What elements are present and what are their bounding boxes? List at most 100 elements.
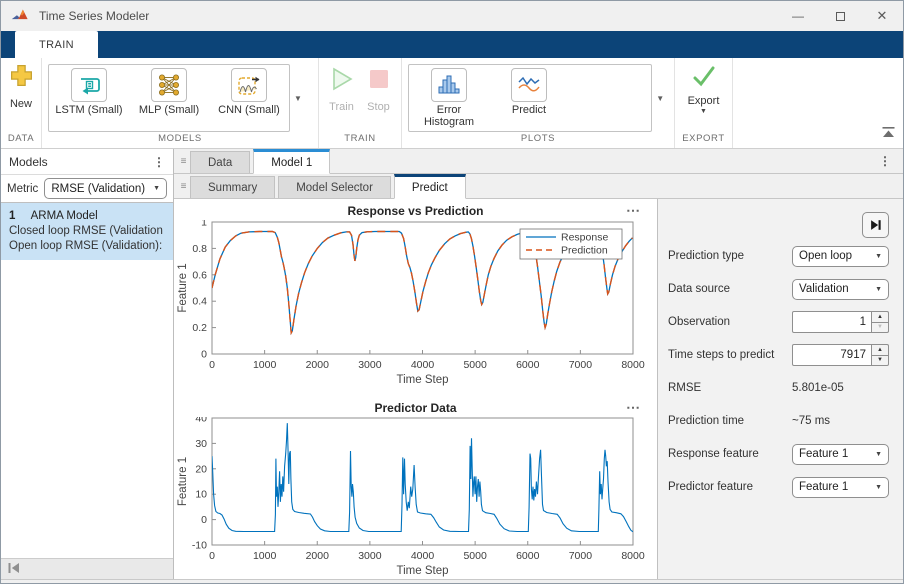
rmse-value: 5.801e-05 [792, 382, 889, 394]
model-cnn-small-button[interactable]: CNN (Small) [209, 65, 289, 131]
app-window: Time Series Modeler — ✕ TRAIN New DATA [0, 0, 904, 584]
plot-predict-button[interactable]: Predict [489, 65, 569, 131]
plot-error-histogram-button[interactable]: Error Histogram [409, 65, 489, 131]
predictor-feature-row: Predictor feature Feature 1 ▼ [668, 476, 889, 498]
svg-text:5000: 5000 [463, 550, 487, 562]
observation-input[interactable] [792, 311, 872, 333]
svg-text:1000: 1000 [253, 359, 277, 371]
model-rank: 1 [9, 210, 15, 222]
svg-text:20: 20 [195, 463, 207, 475]
window-title: Time Series Modeler [39, 9, 149, 23]
section-label-export: EXPORT [675, 133, 732, 148]
chart-options-icon[interactable]: ⋯ [626, 202, 641, 219]
svg-text:0: 0 [201, 349, 207, 361]
svg-text:Feature 1: Feature 1 [177, 263, 189, 312]
section-label-train: TRAIN [319, 133, 401, 148]
window-bottom-edge [1, 579, 903, 583]
data-source-dropdown[interactable]: Validation ▼ [792, 279, 889, 300]
prediction-type-dropdown[interactable]: Open loop ▼ [792, 246, 889, 267]
svg-text:10: 10 [195, 489, 207, 501]
section-label-models: MODELS [42, 133, 318, 148]
minimize-button[interactable]: — [777, 1, 819, 31]
tab-drag-grip-icon[interactable]: ≡ [177, 149, 190, 173]
models-panel-title: Models [9, 155, 48, 169]
subtab-predict[interactable]: Predict [394, 174, 466, 199]
svg-text:0.8: 0.8 [192, 243, 207, 255]
svg-text:30: 30 [195, 438, 207, 450]
tab-model-1[interactable]: Model 1 [253, 149, 330, 174]
svg-text:2000: 2000 [306, 550, 330, 562]
spinner-down-icon[interactable]: ▼ [872, 322, 889, 334]
svg-text:Time Step: Time Step [397, 374, 449, 386]
observation-label: Observation [668, 316, 792, 328]
svg-text:0.2: 0.2 [192, 322, 207, 334]
toolstrip: New DATA [1, 58, 903, 149]
chevron-down-icon: ▼ [871, 451, 882, 458]
chevron-down-icon: ▼ [149, 185, 160, 192]
svg-text:Time Step: Time Step [397, 565, 449, 577]
spinner-up-icon[interactable]: ▲ [872, 311, 889, 322]
models-panel-menu-icon[interactable]: ⋮ [153, 155, 165, 169]
titlebar: Time Series Modeler — ✕ [1, 1, 903, 31]
model-lstm-small-button[interactable]: LSTM (Small) [49, 65, 129, 131]
time-steps-input[interactable] [792, 344, 872, 366]
time-steps-stepper: ▲ ▼ [792, 344, 889, 366]
observation-row: Observation ▲ ▼ [668, 311, 889, 333]
prediction-time-label: Prediction time [668, 415, 792, 427]
prediction-controls-panel: Prediction type Open loop ▼ Data source … [657, 199, 903, 581]
model-mlp-small-button[interactable]: MLP (Small) [129, 65, 209, 131]
predict-plot-icon [511, 68, 547, 102]
models-panel-header: Models ⋮ [1, 149, 173, 175]
tab-train[interactable]: TRAIN [15, 31, 98, 58]
observation-stepper: ▲ ▼ [792, 311, 889, 333]
document-tabs-menu-icon[interactable]: ⋮ [879, 154, 891, 168]
tab-data[interactable]: Data [190, 151, 250, 173]
models-panel: Models ⋮ Metric RMSE (Validation) ▼ 1 AR… [1, 149, 174, 581]
subtab-model-selector[interactable]: Model Selector [278, 176, 391, 198]
response-feature-dropdown[interactable]: Feature 1 ▼ [792, 444, 889, 465]
stop-button[interactable]: Stop [362, 66, 395, 113]
train-button[interactable]: Train [325, 66, 358, 113]
collapse-panel-left-icon[interactable] [8, 561, 20, 579]
svg-text:-10: -10 [192, 540, 207, 552]
collapse-ribbon-button[interactable] [882, 125, 895, 143]
plots-gallery-dropdown-icon[interactable]: ▼ [652, 64, 668, 132]
predictor-data-plot: 010002000300040005000600070008000-100102… [174, 417, 657, 579]
new-session-button[interactable]: New [7, 62, 35, 110]
data-source-label: Data source [668, 283, 792, 295]
svg-text:7000: 7000 [569, 550, 593, 562]
chart-title: Response vs Prediction [174, 204, 657, 220]
svg-text:Prediction: Prediction [561, 245, 608, 257]
model-list-item-selected[interactable]: 1 ARMA Model Closed loop RMSE (Validatio… [1, 203, 173, 260]
response-prediction-plot: 01000200030004000500060007000800000.20.4… [174, 220, 657, 386]
subtab-drag-grip-icon[interactable]: ≡ [177, 174, 190, 198]
spinner-up-icon[interactable]: ▲ [872, 344, 889, 355]
response-feature-row: Response feature Feature 1 ▼ [668, 443, 889, 465]
maximize-button[interactable] [819, 1, 861, 31]
cnn-icon [231, 68, 267, 102]
matlab-logo-icon [11, 8, 30, 24]
metric-dropdown[interactable]: RMSE (Validation) ▼ [44, 178, 167, 199]
predictor-feature-dropdown[interactable]: Feature 1 ▼ [792, 477, 889, 498]
export-button[interactable]: Export ▼ [684, 64, 724, 115]
lstm-icon [71, 68, 107, 102]
chevron-down-icon: ▼ [871, 484, 882, 491]
spinner-down-icon[interactable]: ▼ [872, 355, 889, 367]
svg-text:6000: 6000 [516, 550, 540, 562]
models-panel-footer [1, 558, 173, 581]
toolstrip-section-models: LSTM (Small) [42, 58, 319, 148]
toolstrip-section-plots: Error Histogram Predict ▼ PLOTS [402, 58, 675, 148]
svg-text:2000: 2000 [306, 359, 330, 371]
charts-column: Response vs Prediction ⋯ 010002000300040… [174, 199, 657, 581]
response-feature-label: Response feature [668, 448, 792, 460]
models-gallery-dropdown-icon[interactable]: ▼ [290, 64, 306, 132]
chart-options-icon[interactable]: ⋯ [626, 399, 641, 416]
svg-text:0: 0 [201, 514, 207, 526]
close-button[interactable]: ✕ [861, 1, 903, 31]
subtab-summary[interactable]: Summary [190, 176, 275, 198]
collapse-panel-right-button[interactable] [862, 212, 889, 238]
svg-text:4000: 4000 [411, 550, 435, 562]
prediction-type-label: Prediction type [668, 250, 792, 262]
svg-text:40: 40 [195, 417, 207, 425]
data-source-row: Data source Validation ▼ [668, 278, 889, 300]
